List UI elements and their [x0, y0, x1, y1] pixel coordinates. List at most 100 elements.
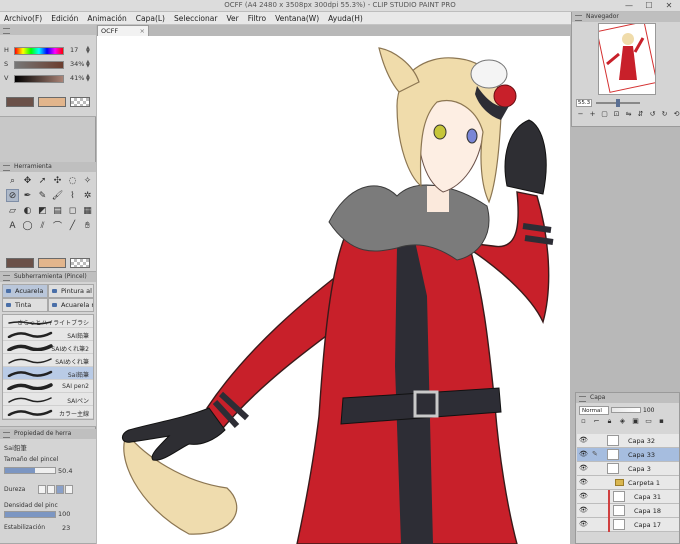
flip-v-icon[interactable]: ⇵: [636, 110, 645, 119]
layer-row[interactable]: 👁︎ Carpeta 1: [577, 476, 679, 490]
lock-icon[interactable]: 🔒︎: [605, 417, 614, 426]
zoom-out-icon[interactable]: −: [576, 110, 585, 119]
line-icon[interactable]: ╱: [66, 219, 79, 232]
close-tab-icon[interactable]: ×: [140, 26, 145, 36]
sub-color-swatch[interactable]: [38, 97, 66, 107]
reset-icon[interactable]: ⟲: [672, 110, 680, 119]
hsv-value[interactable]: 41%: [70, 74, 84, 82]
navigator-preview[interactable]: [598, 23, 656, 95]
menu-item[interactable]: Edición: [51, 14, 78, 23]
clip-icon[interactable]: ⌐: [592, 417, 601, 426]
brush-item[interactable]: SAI鉛筆: [3, 328, 93, 341]
move-layer-icon[interactable]: ✣: [51, 174, 64, 187]
visibility-eye-icon[interactable]: 👁︎: [579, 506, 589, 514]
gradient-icon[interactable]: ▤: [51, 204, 64, 217]
hsv-value[interactable]: 34%: [70, 60, 84, 68]
menu-item[interactable]: Capa(L): [136, 14, 165, 23]
visibility-eye-icon[interactable]: 👁︎: [579, 520, 589, 528]
flip-h-icon[interactable]: ⇋: [624, 110, 633, 119]
menu-item[interactable]: Animación: [87, 14, 126, 23]
menu-item[interactable]: Filtro: [248, 14, 266, 23]
airbrush-icon[interactable]: ⌇: [66, 189, 79, 202]
menu-item[interactable]: Ver: [226, 14, 238, 23]
magic-wand-icon[interactable]: ✧: [81, 174, 94, 187]
layer-row[interactable]: 👁︎ Capa 18: [577, 504, 679, 518]
stabilization-value[interactable]: 23: [62, 524, 70, 532]
correct-line-icon[interactable]: ⌒: [51, 219, 64, 232]
delete-layer-icon[interactable]: ▪: [657, 417, 666, 426]
minimize-button[interactable]: —: [620, 0, 638, 11]
zoom-value[interactable]: 55.3: [576, 99, 592, 107]
subtool-tab[interactable]: Tinta: [2, 298, 48, 312]
eraser-icon[interactable]: ▱: [6, 204, 19, 217]
zoom-slider[interactable]: [596, 99, 640, 107]
ruler-icon[interactable]: ⫽: [36, 219, 49, 232]
visibility-eye-icon[interactable]: 👁︎: [579, 492, 589, 500]
rotate-right-icon[interactable]: ↻: [660, 110, 669, 119]
brush-item[interactable]: SAIめくれ筆2: [3, 341, 93, 354]
menu-item[interactable]: Ventana(W): [275, 14, 319, 23]
layer-row[interactable]: 👁︎ Capa 17: [577, 518, 679, 532]
folder-icon[interactable]: ▭: [644, 417, 653, 426]
brush-item[interactable]: SAIめくれ筆: [3, 354, 93, 367]
hsv-slider[interactable]: [14, 75, 64, 83]
hsv-slider[interactable]: [14, 61, 64, 69]
brush-item[interactable]: SAIペン: [3, 393, 93, 406]
operation-icon[interactable]: ➚: [36, 174, 49, 187]
subtool-tab[interactable]: Acuarela: [2, 284, 48, 298]
rotate-left-icon[interactable]: ↺: [648, 110, 657, 119]
brush-item[interactable]: Sai鉛筆: [3, 367, 93, 380]
main-color-swatch[interactable]: [6, 258, 34, 268]
actual-icon[interactable]: ⊡: [612, 110, 621, 119]
sub-color-swatch[interactable]: [38, 258, 66, 268]
new-layer-icon[interactable]: ▫: [579, 417, 588, 426]
density-value[interactable]: 100: [58, 510, 70, 518]
visibility-eye-icon[interactable]: 👁︎: [579, 478, 589, 486]
frame-icon[interactable]: ▦: [81, 204, 94, 217]
menu-item[interactable]: Seleccionar: [174, 14, 217, 23]
maximize-button[interactable]: ☐: [640, 0, 658, 11]
blend-icon[interactable]: ◐: [21, 204, 34, 217]
subtool-tab[interactable]: Pintura al ó: [48, 284, 94, 298]
eyedropper-icon[interactable]: ⊘: [6, 189, 19, 202]
visibility-eye-icon[interactable]: 👁︎: [579, 464, 589, 472]
brush-item[interactable]: SAI pen2: [3, 380, 93, 393]
brush-item[interactable]: カラー主線: [3, 406, 93, 419]
stepper-icon[interactable]: ▲ ▼: [86, 60, 90, 69]
density-slider[interactable]: [4, 511, 56, 518]
menu-item[interactable]: Ayuda(H): [328, 14, 363, 23]
fit-icon[interactable]: ▢: [600, 110, 609, 119]
reference-icon[interactable]: ◈: [618, 417, 627, 426]
zoom-in-icon[interactable]: +: [588, 110, 597, 119]
stepper-icon[interactable]: ▲ ▼: [86, 74, 90, 83]
close-button[interactable]: ✕: [660, 0, 678, 11]
layer-row[interactable]: 👁︎ Capa 32: [577, 434, 679, 448]
subtool-tab[interactable]: Acuarela re: [48, 298, 94, 312]
zoom-slider-knob[interactable]: [616, 99, 620, 107]
brush-icon[interactable]: 🖌︎: [51, 189, 64, 202]
main-color-swatch[interactable]: [6, 97, 34, 107]
size-value[interactable]: 50.4: [58, 467, 72, 475]
document-tab[interactable]: OCFF ×: [97, 25, 149, 36]
stepper-icon[interactable]: ▲ ▼: [86, 46, 90, 55]
zoom-icon[interactable]: ⌕: [6, 174, 19, 187]
figure-icon[interactable]: ◻: [66, 204, 79, 217]
transparent-color-swatch[interactable]: [70, 258, 90, 268]
drawing-canvas[interactable]: [97, 36, 570, 544]
visibility-eye-icon[interactable]: 👁︎: [579, 450, 589, 458]
balloon-icon[interactable]: ◯: [21, 219, 34, 232]
text-icon[interactable]: A: [6, 219, 19, 232]
layer-row[interactable]: 👁︎ ✎ Capa 33: [577, 448, 679, 462]
blend-mode-select[interactable]: Normal: [579, 405, 609, 415]
fill-icon[interactable]: ◩: [36, 204, 49, 217]
mask-icon[interactable]: ▣: [631, 417, 640, 426]
decoration-icon[interactable]: ✲: [81, 189, 94, 202]
lasso-icon[interactable]: ◌: [66, 174, 79, 187]
brush-item[interactable]: さらっとハイライトブラシ: [3, 315, 93, 328]
menu-item[interactable]: Archivo(F): [4, 14, 42, 23]
transparent-color-swatch[interactable]: [70, 97, 90, 107]
pen-icon[interactable]: ✒: [21, 189, 34, 202]
hsv-value[interactable]: 17: [70, 46, 78, 54]
visibility-eye-icon[interactable]: 👁︎: [579, 436, 589, 444]
size-slider[interactable]: [4, 467, 56, 474]
